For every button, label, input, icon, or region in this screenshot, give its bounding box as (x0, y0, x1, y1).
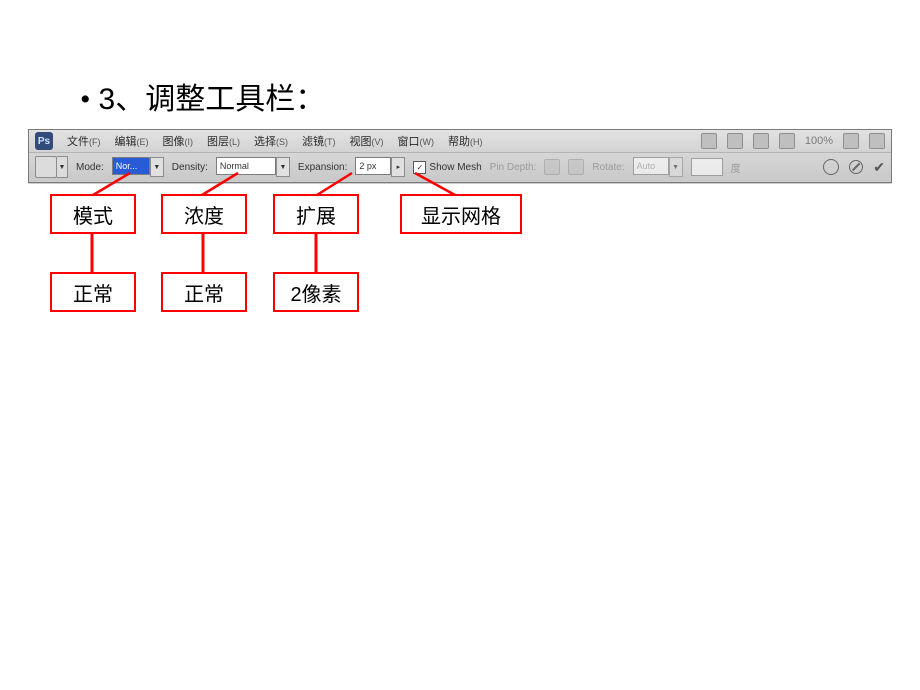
cancel-icon[interactable] (849, 160, 863, 174)
reset-icon[interactable] (823, 159, 839, 175)
menu-view[interactable]: 视图(V) (350, 133, 384, 149)
slide-heading: •3、调整工具栏： (80, 74, 325, 118)
rotate-label: Rotate: (592, 162, 624, 173)
menu-layer-label: 图层 (207, 136, 229, 148)
chevron-down-icon: ▼ (150, 157, 164, 177)
annotation-showmesh: 显示网格 (400, 194, 522, 234)
bridge-icon[interactable] (727, 133, 743, 149)
menu-file[interactable]: 文件(F) (67, 133, 101, 149)
menu-layer-acc: (L) (229, 137, 240, 147)
chevron-right-icon: ▸ (391, 157, 405, 177)
chevron-down-icon: ▼ (276, 157, 290, 177)
menu-help-label: 帮助 (448, 136, 470, 148)
menu-bar: Ps 文件(F) 编辑(E) 图像(I) 图层(L) 选择(S) 滤镜(T) 视… (29, 130, 891, 153)
checkbox-icon: ✓ (413, 161, 426, 174)
commit-icon[interactable]: ✔ (873, 159, 885, 176)
hand-icon[interactable] (843, 133, 859, 149)
menu-select[interactable]: 选择(S) (254, 133, 288, 149)
photoshop-toolbar: Ps 文件(F) 编辑(E) 图像(I) 图层(L) 选择(S) 滤镜(T) 视… (28, 129, 892, 183)
chevron-down-icon: ▼ (57, 156, 68, 178)
expansion-value: 2 px (355, 157, 391, 175)
menu-edit[interactable]: 编辑(E) (115, 133, 149, 149)
menu-help-acc: (H) (470, 137, 483, 147)
arrange-icon[interactable] (753, 133, 769, 149)
menu-help[interactable]: 帮助(H) (448, 133, 483, 149)
menu-edit-label: 编辑 (115, 136, 137, 148)
options-bar: ▼ Mode: Nor... ▼ Density: Normal ▼ Expan… (29, 153, 891, 181)
pin-up-icon (544, 159, 560, 175)
density-label: Density: (172, 162, 208, 173)
rotate-value: Auto (633, 157, 669, 175)
menu-filter-label: 滤镜 (302, 136, 324, 148)
menu-filter-acc: (T) (324, 137, 336, 147)
bullet: • (80, 83, 91, 116)
menu-image[interactable]: 图像(I) (163, 133, 194, 149)
pin-tool-icon (35, 156, 57, 178)
heading-text: 3、调整工具栏： (99, 83, 326, 116)
menu-image-acc: (I) (185, 137, 194, 147)
slide: •3、调整工具栏： Ps 文件(F) 编辑(E) 图像(I) 图层(L) 选择(… (0, 0, 920, 690)
menu-view-acc: (V) (372, 137, 384, 147)
menu-window-acc: (W) (420, 137, 435, 147)
expansion-label: Expansion: (298, 162, 347, 173)
annotation-mode-value: 正常 (50, 272, 136, 312)
rotate-dropdown: Auto ▼ (633, 157, 683, 177)
menu-select-label: 选择 (254, 136, 276, 148)
annotation-density: 浓度 (161, 194, 247, 234)
menu-file-label: 文件 (67, 136, 89, 148)
menu-edit-acc: (E) (137, 137, 149, 147)
launcher-icon[interactable] (701, 133, 717, 149)
rotate-unit: 度 (731, 160, 741, 175)
mode-label: Mode: (76, 162, 104, 173)
menu-window[interactable]: 窗口(W) (398, 133, 435, 149)
pin-depth-label: Pin Depth: (490, 162, 537, 173)
tool-preset-button[interactable]: ▼ (35, 156, 68, 178)
menu-image-label: 图像 (163, 136, 185, 148)
mode-dropdown[interactable]: Nor... ▼ (112, 157, 164, 177)
ps-logo-icon: Ps (35, 132, 53, 150)
annotation-density-value: 正常 (161, 272, 247, 312)
show-mesh-label: Show Mesh (429, 162, 481, 173)
zoom-value: 100% (805, 135, 833, 147)
grid-icon[interactable] (869, 133, 885, 149)
menu-select-acc: (S) (276, 137, 288, 147)
chevron-down-icon: ▼ (669, 157, 683, 177)
annotation-expansion-value: 2像素 (273, 272, 359, 312)
menu-view-label: 视图 (350, 136, 372, 148)
menu-filter[interactable]: 滤镜(T) (302, 133, 336, 149)
commit-cluster: ✔ (823, 159, 885, 176)
density-value: Normal (216, 157, 276, 175)
mode-value: Nor... (112, 157, 150, 175)
pin-down-icon (568, 159, 584, 175)
menu-layer[interactable]: 图层(L) (207, 133, 240, 149)
annotation-mode: 模式 (50, 194, 136, 234)
density-dropdown[interactable]: Normal ▼ (216, 157, 290, 177)
expansion-input[interactable]: 2 px ▸ (355, 157, 405, 177)
annotation-expansion: 扩展 (273, 194, 359, 234)
rotate-degrees-field (691, 158, 723, 176)
show-mesh-checkbox[interactable]: ✓ Show Mesh (413, 161, 481, 174)
menu-file-acc: (F) (89, 137, 101, 147)
screen-mode-icon[interactable] (779, 133, 795, 149)
menu-window-label: 窗口 (398, 136, 420, 148)
menu-right-cluster: 100% (701, 133, 885, 149)
